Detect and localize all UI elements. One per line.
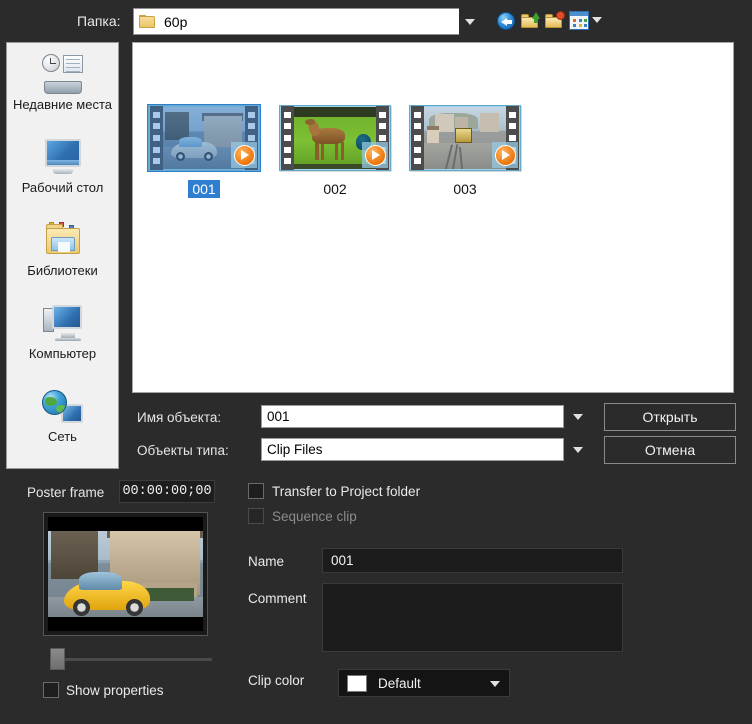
chevron-down-icon: [490, 681, 500, 687]
folder-toolbar: Папка: 60p: [0, 0, 752, 45]
object-type-select[interactable]: Clip Files: [261, 438, 564, 461]
clip-thumbnail[interactable]: [148, 105, 260, 171]
poster-frame-timecode[interactable]: 00:00:00;00: [119, 480, 215, 503]
transfer-to-project-folder-checkbox[interactable]: [248, 483, 264, 499]
folder-path-value: 60p: [164, 13, 188, 30]
clip-label[interactable]: 001: [188, 180, 220, 198]
recent-places-icon: [41, 53, 85, 95]
up-folder-icon[interactable]: [521, 12, 540, 30]
folder-label: Папка:: [77, 13, 121, 29]
file-list-panel[interactable]: 001 002 003: [132, 42, 734, 393]
slider-track[interactable]: [60, 658, 212, 661]
object-type-label: Объекты типа:: [137, 443, 229, 458]
clip-thumbnail[interactable]: [279, 105, 391, 171]
desktop-icon: [41, 136, 85, 178]
play-icon[interactable]: [492, 142, 518, 168]
clip-thumbnail[interactable]: [409, 105, 521, 171]
sequence-clip-label: Sequence clip: [272, 509, 357, 524]
clip-label[interactable]: 003: [449, 180, 480, 198]
clip-label[interactable]: 002: [319, 180, 350, 198]
libraries-icon: [41, 219, 85, 261]
sidebar-item-desktop[interactable]: Рабочий стол: [7, 134, 118, 216]
folder-path-dropdown-button[interactable]: [459, 8, 481, 35]
clip-color-swatch: [347, 674, 367, 692]
sidebar-item-label: Рабочий стол: [21, 180, 104, 195]
views-chevron-down-icon[interactable]: [592, 17, 602, 23]
comment-label: Comment: [248, 591, 307, 606]
open-button[interactable]: Открыть: [604, 403, 736, 431]
comment-textarea[interactable]: [322, 583, 623, 652]
sidebar-item-computer[interactable]: Компьютер: [7, 300, 118, 382]
sidebar-item-libraries[interactable]: Библиотеки: [7, 217, 118, 299]
poster-frame-slider[interactable]: [50, 648, 212, 670]
sidebar-item-label: Библиотеки: [27, 263, 98, 278]
poster-frame-preview[interactable]: [43, 512, 208, 636]
play-icon[interactable]: [231, 142, 257, 168]
object-type-dropdown-button[interactable]: [566, 438, 590, 461]
name-label: Name: [248, 554, 285, 569]
poster-frame-label: Poster frame: [27, 485, 105, 500]
list-item[interactable]: 002: [274, 105, 396, 198]
sidebar-item-network[interactable]: Сеть: [7, 383, 118, 465]
sidebar-item-label: Компьютер: [28, 346, 97, 361]
sequence-clip-checkbox: [248, 508, 264, 524]
folder-path-combo[interactable]: 60p: [133, 8, 481, 35]
chevron-down-icon: [573, 446, 583, 453]
cancel-button[interactable]: Отмена: [604, 436, 736, 464]
folder-icon: [134, 15, 160, 28]
network-icon: [41, 385, 85, 427]
list-item[interactable]: 003: [404, 105, 526, 198]
show-properties-checkbox[interactable]: [43, 682, 59, 698]
transfer-to-project-folder-label[interactable]: Transfer to Project folder: [272, 484, 420, 499]
back-icon[interactable]: [497, 12, 516, 30]
sidebar-item-recent-places[interactable]: Недавние места: [7, 51, 118, 133]
clip-color-value: Default: [378, 675, 421, 691]
open-clip-dialog: Папка: 60p Недавние места Рабочий стол Б…: [0, 0, 752, 724]
chevron-down-icon: [573, 413, 583, 420]
list-item[interactable]: 001: [143, 105, 265, 198]
show-properties-label[interactable]: Show properties: [66, 683, 164, 698]
clip-color-label: Clip color: [248, 673, 305, 688]
new-folder-icon[interactable]: [545, 12, 564, 30]
play-icon[interactable]: [362, 142, 388, 168]
sidebar-item-label: Сеть: [48, 429, 77, 444]
name-input[interactable]: 001: [322, 548, 623, 573]
object-name-dropdown-button[interactable]: [566, 405, 590, 428]
sidebar-item-label: Недавние места: [12, 97, 113, 112]
clip-color-select[interactable]: Default: [338, 669, 510, 697]
object-name-label: Имя объекта:: [137, 410, 222, 425]
computer-icon: [41, 302, 85, 344]
views-icon[interactable]: [569, 11, 589, 30]
object-name-input[interactable]: 001: [261, 405, 564, 428]
slider-thumb[interactable]: [50, 648, 65, 670]
places-sidebar: Недавние места Рабочий стол Библиотеки К…: [6, 42, 119, 469]
chevron-down-icon: [465, 18, 475, 25]
